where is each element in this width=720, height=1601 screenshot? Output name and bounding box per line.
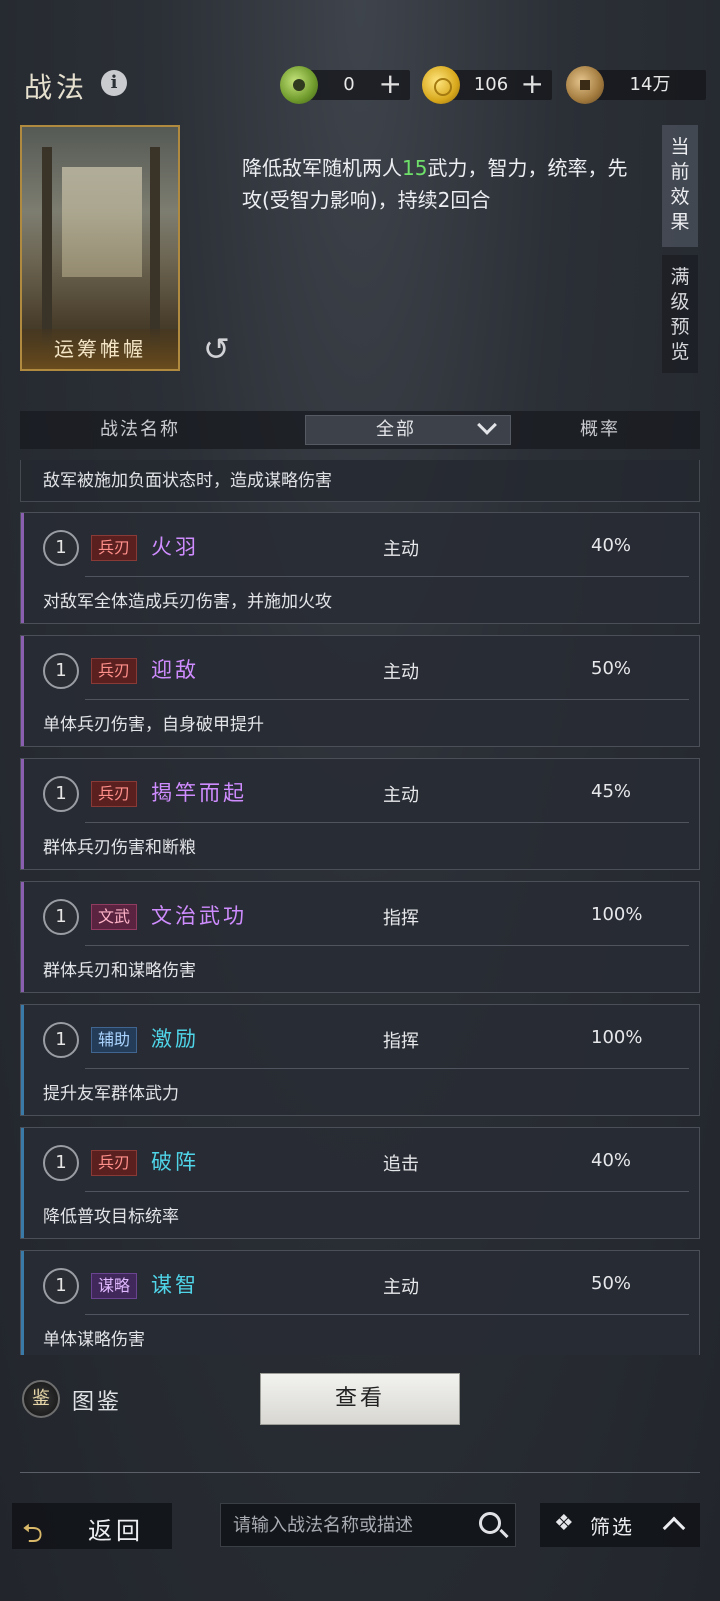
- level-badge: 1: [43, 530, 79, 566]
- tactic-desc: 提升友军群体武力: [43, 1084, 179, 1104]
- tactic-rate: 50%: [591, 1273, 632, 1294]
- tactic-desc: 群体兵刃和谋略伤害: [43, 961, 196, 981]
- list-header: 战法名称 全部 概率: [20, 411, 700, 449]
- gold-coin-icon: [422, 66, 460, 104]
- info-icon[interactable]: i: [101, 70, 127, 96]
- tactic-rate: 40%: [591, 535, 632, 556]
- copper-coin-icon: [566, 66, 604, 104]
- list-item[interactable]: 敌军被施加负面状态时，造成谋略伤害: [20, 460, 700, 502]
- tactic-name: 激励: [151, 1027, 199, 1051]
- jade-coin-icon: [280, 66, 318, 104]
- tactic-desc: 对敌军全体造成兵刃伤害，并施加火攻: [43, 592, 332, 612]
- atlas-label[interactable]: 图鉴: [72, 1384, 122, 1416]
- tactic-tag: 兵刃: [91, 1150, 138, 1176]
- back-label: 返回: [88, 1517, 144, 1545]
- search-box[interactable]: [220, 1503, 516, 1547]
- add-gold-button[interactable]: +: [521, 70, 544, 98]
- tactic-name: 文治武功: [151, 904, 247, 928]
- tactic-type: 主动: [383, 539, 419, 560]
- tactic-desc: 降低普攻目标统率: [43, 1207, 179, 1227]
- jade-count: 0: [343, 74, 355, 95]
- atlas-icon[interactable]: 鉴: [22, 1380, 60, 1418]
- tactic-rate: 100%: [591, 904, 643, 925]
- level-badge: 1: [43, 776, 79, 812]
- tactic-type: 主动: [383, 785, 419, 806]
- tactic-name: 揭竿而起: [151, 781, 247, 805]
- effect-description: 降低敌军随机两人15武力，智力，统率，先攻(受智力影响)，持续2回合: [242, 156, 628, 212]
- resource-copper: 14万: [566, 66, 706, 104]
- tactic-type: 主动: [383, 1277, 419, 1298]
- tactic-desc: 单体谋略伤害: [43, 1330, 145, 1350]
- effect-value: 15: [402, 156, 428, 180]
- level-badge: 1: [43, 1022, 79, 1058]
- tactic-rate: 45%: [591, 781, 632, 802]
- filter-icon: ❖: [554, 1511, 574, 1536]
- tactic-name: 火羽: [151, 535, 199, 559]
- level-badge: 1: [43, 899, 79, 935]
- tactic-card[interactable]: 运筹帷幄: [20, 125, 180, 371]
- chevron-up-icon: [662, 1516, 686, 1540]
- view-button[interactable]: 查看: [260, 1373, 460, 1425]
- tactic-desc: 敌军被施加负面状态时，造成谋略伤害: [43, 471, 332, 491]
- tactic-rate: 100%: [591, 1027, 643, 1048]
- tab-current-effect[interactable]: 当前效果: [662, 125, 698, 247]
- level-badge: 1: [43, 653, 79, 689]
- list-item[interactable]: 1 兵刃 破阵 追击 40% 降低普攻目标统率: [20, 1127, 700, 1239]
- tactic-desc: 单体兵刃伤害，自身破甲提升: [43, 715, 264, 735]
- search-input[interactable]: [233, 1504, 463, 1546]
- chevron-down-icon: [477, 415, 497, 435]
- tactic-desc: 群体兵刃伤害和断粮: [43, 838, 196, 858]
- filter-button[interactable]: ❖ 筛选: [540, 1503, 700, 1547]
- refresh-icon[interactable]: ↺: [203, 330, 230, 368]
- divider: [20, 1472, 700, 1473]
- search-icon[interactable]: [479, 1512, 501, 1534]
- tactic-tag: 兵刃: [91, 535, 138, 561]
- back-arrow-icon: ⮌: [22, 1519, 43, 1549]
- tactic-list[interactable]: 敌军被施加负面状态时，造成谋略伤害 1 兵刃 火羽 主动 40% 对敌军全体造成…: [20, 460, 700, 1355]
- tactic-card-name: 运筹帷幄: [22, 329, 178, 369]
- category-filter-dropdown[interactable]: 全部: [305, 415, 511, 445]
- tactic-type: 追击: [383, 1154, 419, 1175]
- list-item[interactable]: 1 谋略 谋智 主动 50% 单体谋略伤害: [20, 1250, 700, 1355]
- level-badge: 1: [43, 1268, 79, 1304]
- back-button[interactable]: ⮌ 返回: [12, 1503, 172, 1549]
- add-jade-button[interactable]: +: [379, 70, 402, 98]
- tactic-type: 主动: [383, 662, 419, 683]
- column-name-header: 战法名称: [100, 419, 180, 440]
- page-title: 战法: [24, 71, 89, 104]
- tactic-tag: 谋略: [91, 1273, 138, 1299]
- tab-max-level-preview[interactable]: 满级预览: [662, 255, 698, 373]
- filter-label: 筛选: [590, 1515, 634, 1539]
- tactic-tag: 兵刃: [91, 781, 138, 807]
- resource-jade: 0 +: [280, 66, 410, 104]
- tactic-name: 迎敌: [151, 658, 199, 682]
- tactic-tag: 辅助: [91, 1027, 138, 1053]
- list-item[interactable]: 1 兵刃 揭竿而起 主动 45% 群体兵刃伤害和断粮: [20, 758, 700, 870]
- list-item[interactable]: 1 辅助 激励 指挥 100% 提升友军群体武力: [20, 1004, 700, 1116]
- tactic-type: 指挥: [383, 908, 419, 929]
- tactic-tag: 文武: [91, 904, 138, 930]
- tactic-rate: 50%: [591, 658, 632, 679]
- level-badge: 1: [43, 1145, 79, 1181]
- tactic-rate: 40%: [591, 1150, 632, 1171]
- tactic-name: 破阵: [151, 1150, 199, 1174]
- tactic-name: 谋智: [151, 1273, 199, 1297]
- resource-gold: 106 +: [422, 66, 552, 104]
- list-item[interactable]: 1 兵刃 迎敌 主动 50% 单体兵刃伤害，自身破甲提升: [20, 635, 700, 747]
- tactic-tag: 兵刃: [91, 658, 138, 684]
- gold-count: 106: [473, 74, 509, 95]
- list-item[interactable]: 1 兵刃 火羽 主动 40% 对敌军全体造成兵刃伤害，并施加火攻: [20, 512, 700, 624]
- tactic-type: 指挥: [383, 1031, 419, 1052]
- column-rate-header: 概率: [580, 419, 620, 440]
- copper-count: 14万: [629, 74, 671, 95]
- list-item[interactable]: 1 文武 文治武功 指挥 100% 群体兵刃和谋略伤害: [20, 881, 700, 993]
